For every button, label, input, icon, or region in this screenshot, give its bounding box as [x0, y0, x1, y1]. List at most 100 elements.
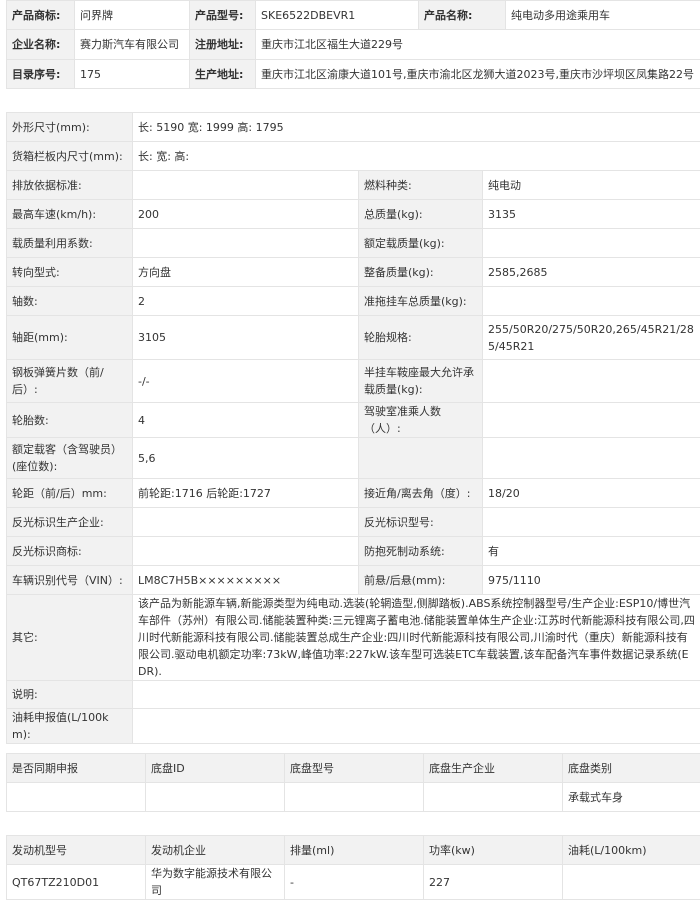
company-value: 赛力斯汽车有限公司 [75, 30, 190, 60]
fuel-type-label: 燃料种类: [359, 171, 483, 200]
seats-value: 5,6 [133, 438, 359, 479]
semi-load-label: 半挂车鞍座最大允许承载质量(kg): [359, 360, 483, 403]
angles-label: 接近角/离去角（度）: [359, 479, 483, 508]
springs-value: -/- [133, 360, 359, 403]
catalog-value: 175 [75, 60, 190, 89]
engine-cell-power: 227 [424, 865, 563, 900]
product-name-value: 纯电动多用途乘用车 [506, 1, 700, 30]
note-value [133, 681, 700, 709]
chassis-cell-sync [7, 783, 146, 812]
engine-cell-consumption [563, 865, 700, 900]
product-model-label: 产品型号: [190, 1, 256, 30]
engine-header-power: 功率(kw) [424, 836, 563, 865]
engine-cell-maker: 华为数字能源技术有限公司 [146, 865, 285, 900]
trailer-mass-label: 准拖挂车总质量(kg): [359, 287, 483, 316]
reflector-model-value [483, 508, 700, 537]
tire-count-value: 4 [133, 403, 359, 438]
product-brand-value: 问界牌 [75, 1, 190, 30]
track-value: 前轮距:1716 后轮距:1727 [133, 479, 359, 508]
engine-header-maker: 发动机企业 [146, 836, 285, 865]
dims-value: 长: 5190 宽: 1999 高: 1795 [133, 113, 700, 142]
load-util-label: 载质量利用系数: [7, 229, 133, 258]
cab-capacity-value [483, 403, 700, 438]
abs-label: 防抱死制动系统: [359, 537, 483, 566]
specs-table: 外形尺寸(mm): 长: 5190 宽: 1999 高: 1795 货箱栏板内尺… [6, 112, 700, 744]
chassis-header-sync: 是否同期申报 [7, 754, 146, 783]
tire-count-label: 轮胎数: [7, 403, 133, 438]
reg-addr-value: 重庆市江北区福生大道229号 [256, 30, 700, 60]
max-speed-label: 最高车速(km/h): [7, 200, 133, 229]
table-row: 承载式车身 [7, 783, 700, 812]
chassis-cell-model [285, 783, 424, 812]
wheelbase-value: 3105 [133, 316, 359, 360]
rated-load-label: 额定载质量(kg): [359, 229, 483, 258]
cab-capacity-label: 驾驶室准乘人数（人）: [359, 403, 483, 438]
product-name-label: 产品名称: [419, 1, 506, 30]
other-value: 该产品为新能源车辆,新能源类型为纯电动.选装(轮辋造型,侧脚踏板).ABS系统控… [133, 595, 700, 681]
wheelbase-label: 轴距(mm): [7, 316, 133, 360]
total-mass-value: 3135 [483, 200, 700, 229]
tire-spec-label: 轮胎规格: [359, 316, 483, 360]
chassis-table: 是否同期申报 底盘ID 底盘型号 底盘生产企业 底盘类别 承载式车身 [6, 753, 700, 812]
reflector-model-label: 反光标识型号: [359, 508, 483, 537]
curb-mass-value: 2585,2685 [483, 258, 700, 287]
abs-value: 有 [483, 537, 700, 566]
company-label: 企业名称: [7, 30, 75, 60]
chassis-cell-maker [424, 783, 563, 812]
tire-spec-value: 255/50R20/275/50R20,265/45R21/285/45R21 [483, 316, 700, 360]
max-speed-value: 200 [133, 200, 359, 229]
axles-value: 2 [133, 287, 359, 316]
chassis-cell-type: 承载式车身 [563, 783, 700, 812]
product-brand-label: 产品商标: [7, 1, 75, 30]
cargo-dims-value: 长: 宽: 高: [133, 142, 700, 171]
engine-header-consumption: 油耗(L/100km) [563, 836, 700, 865]
reflector-brand-label: 反光标识商标: [7, 537, 133, 566]
trailer-mass-value [483, 287, 700, 316]
emission-label: 排放依据标准: [7, 171, 133, 200]
reg-addr-label: 注册地址: [190, 30, 256, 60]
cargo-dims-label: 货箱栏板内尺寸(mm): [7, 142, 133, 171]
seats-label: 额定载客（含驾驶员）(座位数): [7, 438, 133, 479]
prod-addr-label: 生产地址: [190, 60, 256, 89]
basic-info-table: 产品商标: 问界牌 产品型号: SKE6522DBEVR1 产品名称: 纯电动多… [6, 0, 700, 89]
engine-header-model: 发动机型号 [7, 836, 146, 865]
engine-cell-displacement: - [285, 865, 424, 900]
reflector-company-value [133, 508, 359, 537]
engine-cell-model: QT67TZ210D01 [7, 865, 146, 900]
reflector-company-label: 反光标识生产企业: [7, 508, 133, 537]
catalog-label: 目录序号: [7, 60, 75, 89]
track-label: 轮距（前/后）mm: [7, 479, 133, 508]
reflector-brand-value [133, 537, 359, 566]
chassis-header-type: 底盘类别 [563, 754, 700, 783]
rated-load-value [483, 229, 700, 258]
note-label: 说明: [7, 681, 133, 709]
overhang-label: 前悬/后悬(mm): [359, 566, 483, 595]
engine-header-displacement: 排量(ml) [285, 836, 424, 865]
chassis-header-id: 底盘ID [146, 754, 285, 783]
fuel-type-value: 纯电动 [483, 171, 700, 200]
angles-value: 18/20 [483, 479, 700, 508]
seats-extra-value [483, 438, 700, 479]
seats-extra-label [359, 438, 483, 479]
vin-value: LM8C7H5B××××××××× [133, 566, 359, 595]
overhang-value: 975/1110 [483, 566, 700, 595]
engine-table: 发动机型号 发动机企业 排量(ml) 功率(kw) 油耗(L/100km) QT… [6, 835, 700, 900]
vin-label: 车辆识别代号（VIN）: [7, 566, 133, 595]
steering-value: 方向盘 [133, 258, 359, 287]
chassis-header-model: 底盘型号 [285, 754, 424, 783]
dims-label: 外形尺寸(mm): [7, 113, 133, 142]
curb-mass-label: 整备质量(kg): [359, 258, 483, 287]
load-util-value [133, 229, 359, 258]
chassis-header-maker: 底盘生产企业 [424, 754, 563, 783]
fuel-consumption-label: 油耗申报值(L/100km): [7, 709, 133, 744]
table-row: QT67TZ210D01 华为数字能源技术有限公司 - 227 [7, 865, 700, 900]
prod-addr-value: 重庆市江北区渝康大道101号,重庆市渝北区龙狮大道2023号,重庆市沙坪坝区凤集… [256, 60, 700, 89]
other-label: 其它: [7, 595, 133, 681]
fuel-consumption-value [133, 709, 700, 744]
product-model-value: SKE6522DBEVR1 [256, 1, 419, 30]
total-mass-label: 总质量(kg): [359, 200, 483, 229]
steering-label: 转向型式: [7, 258, 133, 287]
emission-value [133, 171, 359, 200]
axles-label: 轴数: [7, 287, 133, 316]
springs-label: 钢板弹簧片数（前/后）: [7, 360, 133, 403]
